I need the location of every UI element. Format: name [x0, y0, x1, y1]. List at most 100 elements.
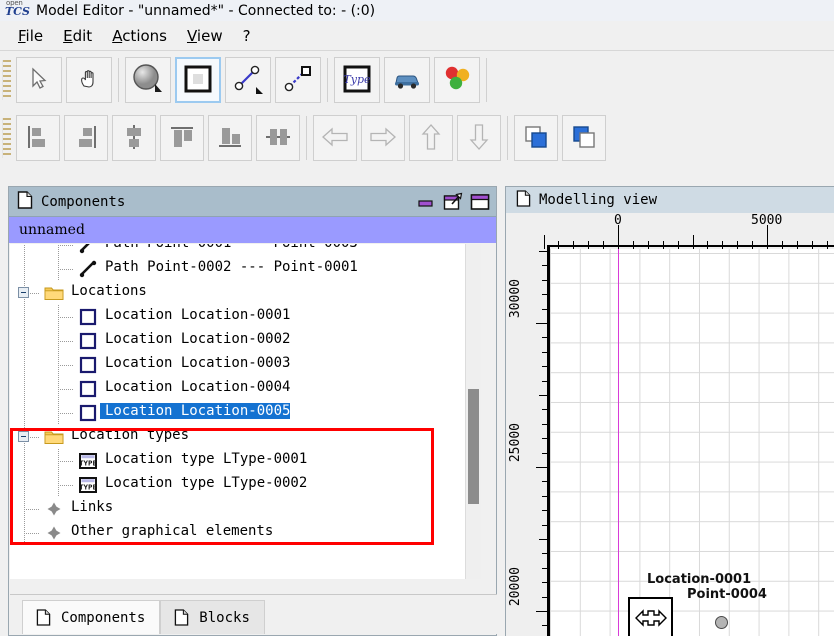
- tree-item[interactable]: Path Point-0002 --- Point-0001: [10, 257, 480, 281]
- tree-root-row[interactable]: unnamed: [9, 217, 496, 243]
- tree-item[interactable]: Location Location-0001: [10, 305, 480, 329]
- tree-scrollbar-thumb[interactable]: [468, 389, 479, 504]
- tool-create-vehicle-button[interactable]: [384, 57, 430, 103]
- tab-components[interactable]: Components: [22, 600, 161, 634]
- tree-item-label: Location types: [71, 427, 190, 443]
- document-icon: [516, 190, 531, 210]
- arrow-up-icon: [418, 122, 444, 155]
- tree-item[interactable]: Location Location-0002: [10, 329, 480, 353]
- tree-guide-line: [58, 365, 74, 366]
- toolbar-separator: [306, 116, 307, 160]
- menu-file[interactable]: File: [8, 25, 53, 47]
- send-to-back-icon: [570, 123, 598, 154]
- window-title: Model Editor - "unnamed*" - Connected to…: [36, 2, 376, 19]
- tree-item[interactable]: Other graphical elements: [10, 521, 480, 545]
- tree-guide-line: [58, 317, 74, 318]
- figure-location-0001[interactable]: [628, 597, 673, 636]
- tree-item[interactable]: Locations: [10, 281, 480, 305]
- folder-icon: [44, 283, 64, 303]
- tree-item[interactable]: Location Location-0005: [10, 401, 480, 425]
- tree-item-label: Location Location-0003: [105, 355, 291, 371]
- tool-location-type-button[interactable]: Type: [334, 57, 380, 103]
- move-up-button[interactable]: [409, 115, 453, 161]
- tree-item[interactable]: TYPE Location type LType-0001: [10, 449, 480, 473]
- tool-create-point-button[interactable]: [125, 57, 171, 103]
- tree-expander-collapse-icon[interactable]: [18, 287, 29, 298]
- tool-select-button[interactable]: [16, 57, 62, 103]
- tool-create-path-button[interactable]: [225, 57, 271, 103]
- component-tree[interactable]: Path Point-0001 --- Point-0003 Path Point…: [10, 244, 480, 579]
- tree-item[interactable]: Location Location-0004: [10, 377, 480, 401]
- alignment-toolbar: [0, 108, 834, 168]
- ruler-y-label: 30000: [508, 279, 523, 319]
- horizontal-ruler[interactable]: 0 5000: [506, 213, 834, 249]
- align-right-icon: [71, 122, 101, 155]
- move-down-button[interactable]: [457, 115, 501, 161]
- tree-item[interactable]: Location types: [10, 425, 480, 449]
- tree-item-label: Location Location-0004: [105, 379, 291, 395]
- arrow-left-icon: [320, 124, 350, 153]
- location-icon: [78, 403, 98, 423]
- location-type-tree-icon: TYPE: [78, 475, 98, 495]
- tree-guide-line: [24, 305, 25, 329]
- menu-view[interactable]: View: [177, 25, 233, 47]
- hand-pan-icon: [76, 66, 102, 95]
- align-left-button[interactable]: [16, 115, 60, 161]
- cursor-select-icon: [26, 66, 52, 95]
- menu-help[interactable]: ?: [233, 25, 261, 47]
- tool-create-location-button[interactable]: [175, 57, 221, 103]
- minimize-icon[interactable]: [414, 191, 438, 213]
- drawing-canvas[interactable]: Location-0001 Point-0004 Point-00 Locati…: [548, 249, 834, 636]
- tree-item[interactable]: Path Point-0001 --- Point-0003: [10, 244, 480, 257]
- align-center-vertical-button[interactable]: [256, 115, 300, 161]
- tree-scrollbar[interactable]: [465, 244, 481, 579]
- toolbar-grip[interactable]: [2, 60, 11, 100]
- menu-help-label: ?: [242, 26, 251, 45]
- components-panel: Components unnamed Path Point-0002 --- P…: [8, 186, 497, 636]
- toolbar-separator: [118, 58, 119, 102]
- menu-edit[interactable]: Edit: [53, 25, 102, 47]
- menu-bar: File Edit Actions View ?: [0, 21, 834, 51]
- tree-item[interactable]: Links: [10, 497, 480, 521]
- move-left-button[interactable]: [313, 115, 357, 161]
- document-icon: [17, 191, 33, 212]
- tool-create-block-button[interactable]: [434, 57, 480, 103]
- align-bottom-button[interactable]: [208, 115, 252, 161]
- align-center-horizontal-button[interactable]: [112, 115, 156, 161]
- tree-item-label: Locations: [71, 283, 147, 299]
- tree-item-label: Location Location-0002: [105, 331, 291, 347]
- float-undock-icon[interactable]: [441, 191, 465, 213]
- tree-item[interactable]: Location Location-0003: [10, 353, 480, 377]
- toolbar-grip[interactable]: [2, 118, 11, 158]
- tree-guide-line: [58, 413, 74, 414]
- menu-file-label: File: [18, 26, 44, 45]
- tab-blocks[interactable]: Blocks: [160, 600, 265, 634]
- tree-guide-line: [58, 389, 74, 390]
- tool-create-link-button[interactable]: [275, 57, 321, 103]
- arrow-right-icon: [368, 124, 398, 153]
- panel-tab-bar: Components Blocks: [10, 594, 497, 634]
- maximize-icon[interactable]: [468, 191, 492, 213]
- tree-item[interactable]: TYPE Location type LType-0002: [10, 473, 480, 497]
- vertical-ruler[interactable]: 30000 25000 20000: [506, 249, 548, 636]
- components-panel-title: Components: [41, 193, 126, 210]
- move-right-button[interactable]: [361, 115, 405, 161]
- ruler-y-label: 25000: [508, 423, 523, 463]
- document-icon: [33, 608, 53, 628]
- send-to-back-button[interactable]: [562, 115, 606, 161]
- modelling-view-panel: Modelling view 0 5000 30000 25000 20000 Loc…: [505, 186, 834, 636]
- menu-actions[interactable]: Actions: [102, 25, 177, 47]
- tool-pan-button[interactable]: [66, 57, 112, 103]
- figure-point-0004[interactable]: [715, 616, 728, 629]
- bring-to-front-button[interactable]: [514, 115, 558, 161]
- tree-guide-line: [58, 245, 74, 246]
- align-left-icon: [23, 122, 53, 155]
- align-top-icon: [167, 122, 197, 155]
- location-icon: [78, 379, 98, 399]
- bidirectional-arrow-icon: [634, 607, 668, 632]
- modelling-view-title: Modelling view: [539, 192, 658, 208]
- align-right-button[interactable]: [64, 115, 108, 161]
- align-top-button[interactable]: [160, 115, 204, 161]
- tree-expander-collapse-icon[interactable]: [18, 431, 29, 442]
- tree-guide-line: [24, 533, 40, 534]
